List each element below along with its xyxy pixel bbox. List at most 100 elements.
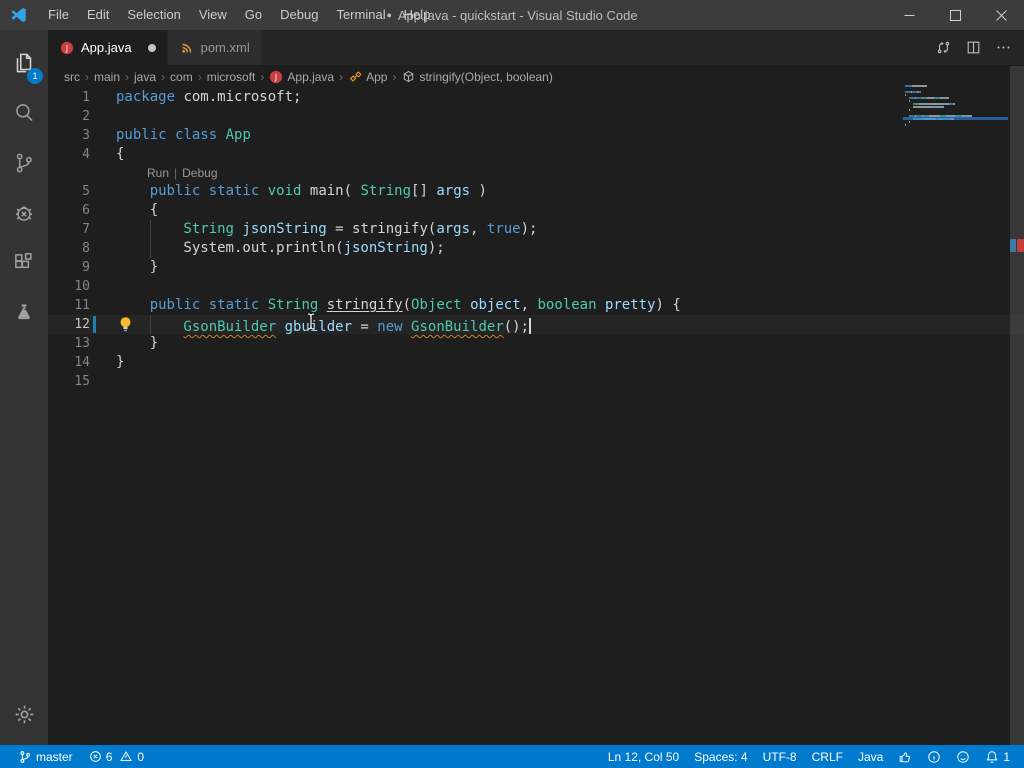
line-content: public static String stringify(Object ob… [116, 296, 681, 315]
code-token: package [116, 89, 175, 105]
line-number[interactable]: 14 [48, 353, 90, 372]
tab-pom.xml[interactable]: pom.xml [168, 30, 262, 65]
breadcrumb-item-com[interactable]: com [170, 70, 193, 84]
code-line-4[interactable]: 4{ [48, 145, 1024, 164]
code-token [259, 297, 267, 313]
minimap[interactable] [905, 85, 1005, 130]
menu-edit[interactable]: Edit [78, 0, 118, 30]
minimap-token [932, 106, 942, 108]
encoding-status[interactable]: UTF-8 [759, 745, 801, 768]
breadcrumb-label: src [64, 70, 80, 84]
explorer-icon[interactable]: 1 [0, 38, 48, 88]
open-changes-icon[interactable] [930, 35, 956, 61]
modified-dot-icon[interactable] [148, 44, 156, 52]
menu-view[interactable]: View [190, 0, 236, 30]
menu-debug[interactable]: Debug [271, 0, 327, 30]
line-number[interactable]: 11 [48, 296, 90, 315]
menu-go[interactable]: Go [236, 0, 271, 30]
minimap-token [905, 124, 906, 126]
code-line-6[interactable]: 6{ [48, 201, 1024, 220]
indent-guide [116, 182, 150, 201]
test-beaker-icon[interactable] [0, 288, 48, 338]
line-number[interactable]: 6 [48, 201, 90, 220]
source-control-icon[interactable] [0, 138, 48, 188]
code-line-10[interactable]: 10 [48, 277, 1024, 296]
line-number[interactable]: 8 [48, 239, 90, 258]
cursor-position-status[interactable]: Ln 12, Col 50 [604, 745, 683, 768]
breadcrumb-item-stringify-object-boolean-[interactable]: stringify(Object, boolean) [401, 70, 552, 84]
line-number[interactable]: 5 [48, 182, 90, 201]
tab-App.java[interactable]: JApp.java [48, 30, 168, 65]
info-icon[interactable] [923, 745, 945, 768]
codelens-debug-link[interactable]: Debug [182, 166, 217, 180]
code-token: ) { [656, 297, 681, 313]
code-token: object [470, 297, 521, 313]
editor-code-area[interactable]: 1package com.microsoft;23public class Ap… [48, 88, 1024, 391]
breadcrumb-item-java[interactable]: java [134, 70, 156, 84]
search-icon[interactable] [0, 88, 48, 138]
breadcrumb-item-microsoft[interactable]: microsoft [207, 70, 256, 84]
menu-selection[interactable]: Selection [118, 0, 189, 30]
close-button[interactable] [978, 0, 1024, 30]
line-number[interactable]: 15 [48, 372, 90, 391]
line-content: public static void main( String[] args ) [116, 182, 487, 201]
branch-status[interactable]: master [14, 745, 77, 768]
code-line-9[interactable]: 9} [48, 258, 1024, 277]
code-line-11[interactable]: 11 public static String stringify(Object … [48, 296, 1024, 315]
language-mode-status[interactable]: Java [854, 745, 887, 768]
editor-scrollbar[interactable] [1010, 66, 1024, 745]
more-actions-icon[interactable] [990, 35, 1016, 61]
line-number[interactable]: 9 [48, 258, 90, 277]
minimize-button[interactable] [886, 0, 932, 30]
minimap-token [918, 91, 921, 93]
line-number[interactable]: 3 [48, 126, 90, 145]
minimap-token [913, 106, 932, 108]
code-token: , [470, 221, 487, 237]
code-line-7[interactable]: 7String jsonString = stringify(args, tru… [48, 220, 1024, 239]
line-number[interactable]: 2 [48, 107, 90, 126]
breadcrumb-separator-icon: › [125, 70, 129, 84]
indent-guide [116, 334, 150, 353]
breadcrumb-item-app-java[interactable]: JApp.java [269, 70, 334, 84]
code-token: ); [428, 240, 445, 256]
code-line-5[interactable]: 5 public static void main( String[] args … [48, 182, 1024, 201]
problems-status[interactable]: 6 0 [85, 745, 148, 768]
code-line-8[interactable]: 8System.out.println(jsonString); [48, 239, 1024, 258]
maximize-button[interactable] [932, 0, 978, 30]
line-number[interactable]: 12 [48, 315, 90, 334]
split-editor-icon[interactable] [960, 35, 986, 61]
line-content: public class App [116, 126, 251, 145]
window-title-text: App.java - quickstart - Visual Studio Co… [398, 8, 638, 23]
line-number[interactable]: 4 [48, 145, 90, 164]
eol-status[interactable]: CRLF [808, 745, 847, 768]
method-symbol-icon [401, 70, 415, 84]
code-line-2[interactable]: 2 [48, 107, 1024, 126]
line-number[interactable]: 10 [48, 277, 90, 296]
editor-actions [930, 30, 1024, 65]
breadcrumb-label: java [134, 70, 156, 84]
lightbulb-icon[interactable] [118, 316, 134, 333]
breadcrumb-item-main[interactable]: main [94, 70, 120, 84]
thumbs-up-icon[interactable] [894, 745, 916, 768]
line-number[interactable]: 1 [48, 88, 90, 107]
line-number[interactable]: 7 [48, 220, 90, 239]
code-line-1[interactable]: 1package com.microsoft; [48, 88, 1024, 107]
code-line-14[interactable]: 14} [48, 353, 1024, 372]
notifications-bell[interactable]: 1 [981, 745, 1014, 768]
menu-terminal[interactable]: Terminal [327, 0, 394, 30]
code-line-12[interactable]: 12GsonBuilder gbuilder = new GsonBuilder… [48, 315, 1024, 334]
indentation-status[interactable]: Spaces: 4 [690, 745, 751, 768]
codelens-run-link[interactable]: Run [147, 166, 169, 180]
settings-gear-icon[interactable] [0, 689, 48, 739]
minimap-current-line-highlight [903, 117, 1008, 120]
breadcrumb-item-app[interactable]: App [348, 70, 387, 84]
feedback-smiley-icon[interactable] [952, 745, 974, 768]
menu-file[interactable]: File [39, 0, 78, 30]
code-line-3[interactable]: 3 public class App [48, 126, 1024, 145]
extensions-icon[interactable] [0, 238, 48, 288]
breadcrumb-label: main [94, 70, 120, 84]
breadcrumb-item-src[interactable]: src [64, 70, 80, 84]
code-line-15[interactable]: 15 [48, 372, 1024, 391]
run-debug-icon[interactable] [0, 188, 48, 238]
line-number[interactable]: 13 [48, 334, 90, 353]
